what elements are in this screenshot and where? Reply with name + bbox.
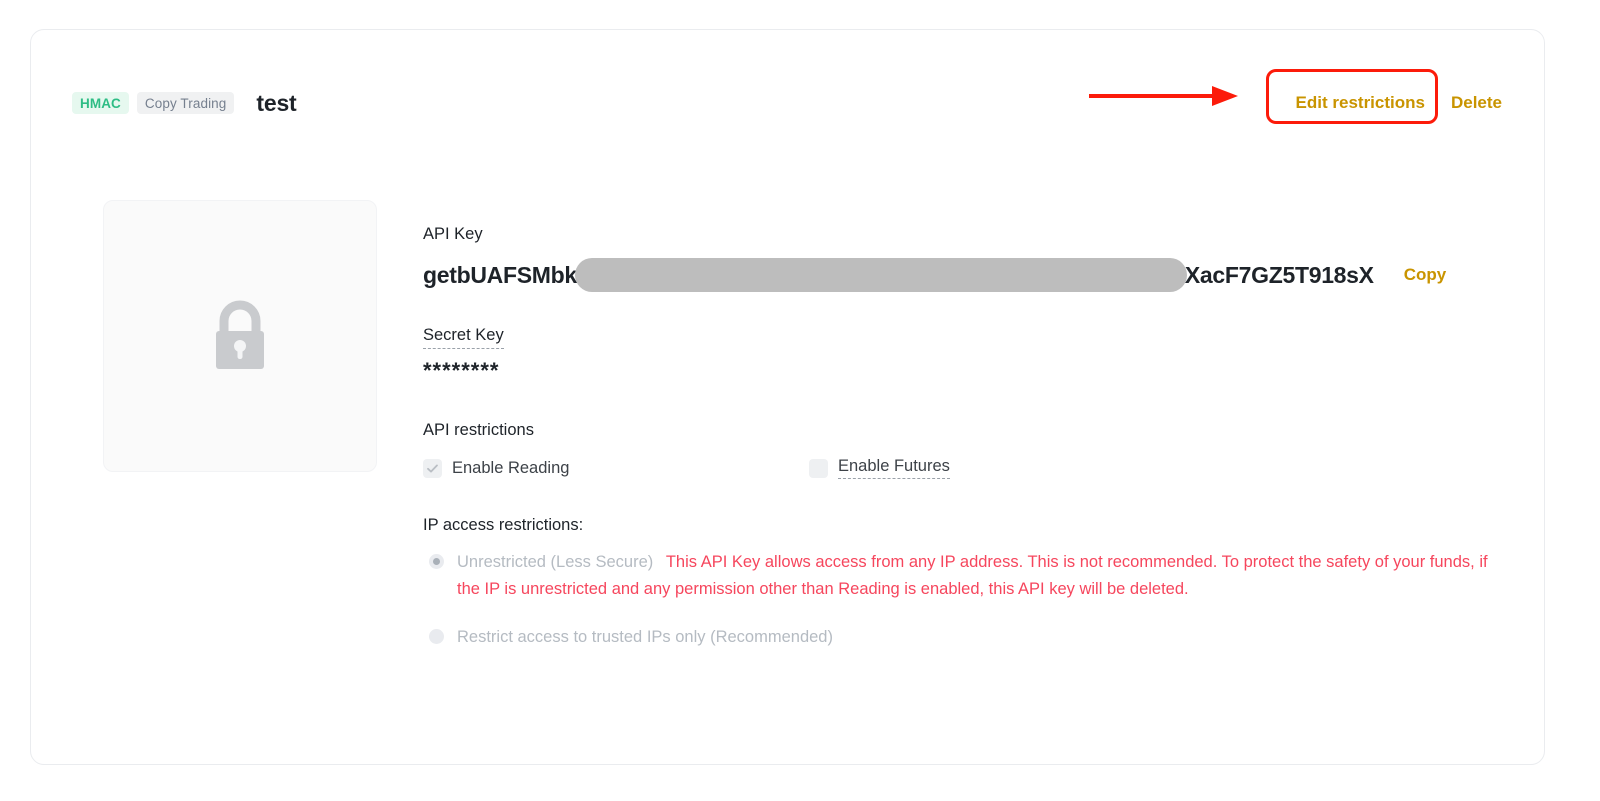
secret-key-label: Secret Key bbox=[423, 324, 504, 349]
radio-option-unrestricted[interactable]: Unrestricted (Less Secure) This API Key … bbox=[423, 549, 1504, 603]
secret-key-value: ******** bbox=[423, 358, 500, 383]
api-key-qr-placeholder bbox=[103, 200, 377, 472]
ip-unrestricted-warning: This API Key allows access from any IP a… bbox=[665, 553, 1218, 571]
edit-restrictions-button[interactable]: Edit restrictions bbox=[1296, 93, 1425, 113]
checkbox-enable-futures[interactable]: Enable Futures bbox=[809, 457, 950, 479]
radio-label-unrestricted: Unrestricted (Less Secure) bbox=[457, 553, 654, 571]
api-restrictions-title: API restrictions bbox=[423, 421, 534, 439]
api-key-details: API Key getbUAFSMbk XacF7GZ5T918sX Copy … bbox=[423, 223, 1504, 651]
api-restrictions-section: API restrictions Enable Reading Enable F… bbox=[423, 419, 1504, 479]
api-restrictions-options: Enable Reading Enable Futures bbox=[423, 457, 1504, 479]
api-key-value-prefix: getbUAFSMbk bbox=[423, 261, 577, 288]
secret-key-field: Secret Key ******** bbox=[423, 324, 1504, 383]
radio-unselected-icon bbox=[429, 629, 444, 644]
copy-api-key-button[interactable]: Copy bbox=[1404, 265, 1447, 285]
badge-copy-trading: Copy Trading bbox=[136, 92, 235, 114]
api-key-name: test bbox=[256, 89, 297, 116]
ip-restrictions-title: IP access restrictions: bbox=[423, 516, 584, 534]
badge-group: HMAC Copy Trading test bbox=[72, 90, 297, 117]
card-header: HMAC Copy Trading test Edit restrictions… bbox=[72, 83, 1508, 123]
api-key-field: API Key getbUAFSMbk XacF7GZ5T918sX Copy bbox=[423, 223, 1504, 292]
radio-option-restricted[interactable]: Restrict access to trusted IPs only (Rec… bbox=[423, 624, 1504, 651]
checkbox-empty-icon bbox=[809, 458, 828, 478]
ip-restrictions-section: IP access restrictions: Unrestricted (Le… bbox=[423, 516, 1504, 651]
delete-button[interactable]: Delete bbox=[1451, 93, 1502, 113]
checkbox-label-enable-reading: Enable Reading bbox=[452, 458, 570, 477]
header-actions: Edit restrictions Delete bbox=[1296, 93, 1508, 113]
checkbox-label-enable-futures: Enable Futures bbox=[838, 457, 950, 479]
radio-selected-icon bbox=[429, 554, 444, 569]
lock-icon bbox=[216, 300, 264, 369]
checkbox-enable-reading[interactable]: Enable Reading bbox=[423, 458, 809, 478]
api-key-redaction-bar bbox=[574, 258, 1187, 292]
api-key-value-row: getbUAFSMbk XacF7GZ5T918sX Copy bbox=[423, 258, 1504, 292]
radio-label-restricted: Restrict access to trusted IPs only (Rec… bbox=[457, 628, 833, 646]
api-key-value-suffix: XacF7GZ5T918sX bbox=[1184, 261, 1374, 288]
radio-unrestricted-content: Unrestricted (Less Secure) This API Key … bbox=[457, 549, 1504, 603]
checkbox-checked-icon bbox=[423, 458, 442, 478]
badge-hmac: HMAC bbox=[72, 92, 129, 114]
api-key-label: API Key bbox=[423, 225, 483, 243]
api-key-card: HMAC Copy Trading test Edit restrictions… bbox=[30, 29, 1545, 765]
